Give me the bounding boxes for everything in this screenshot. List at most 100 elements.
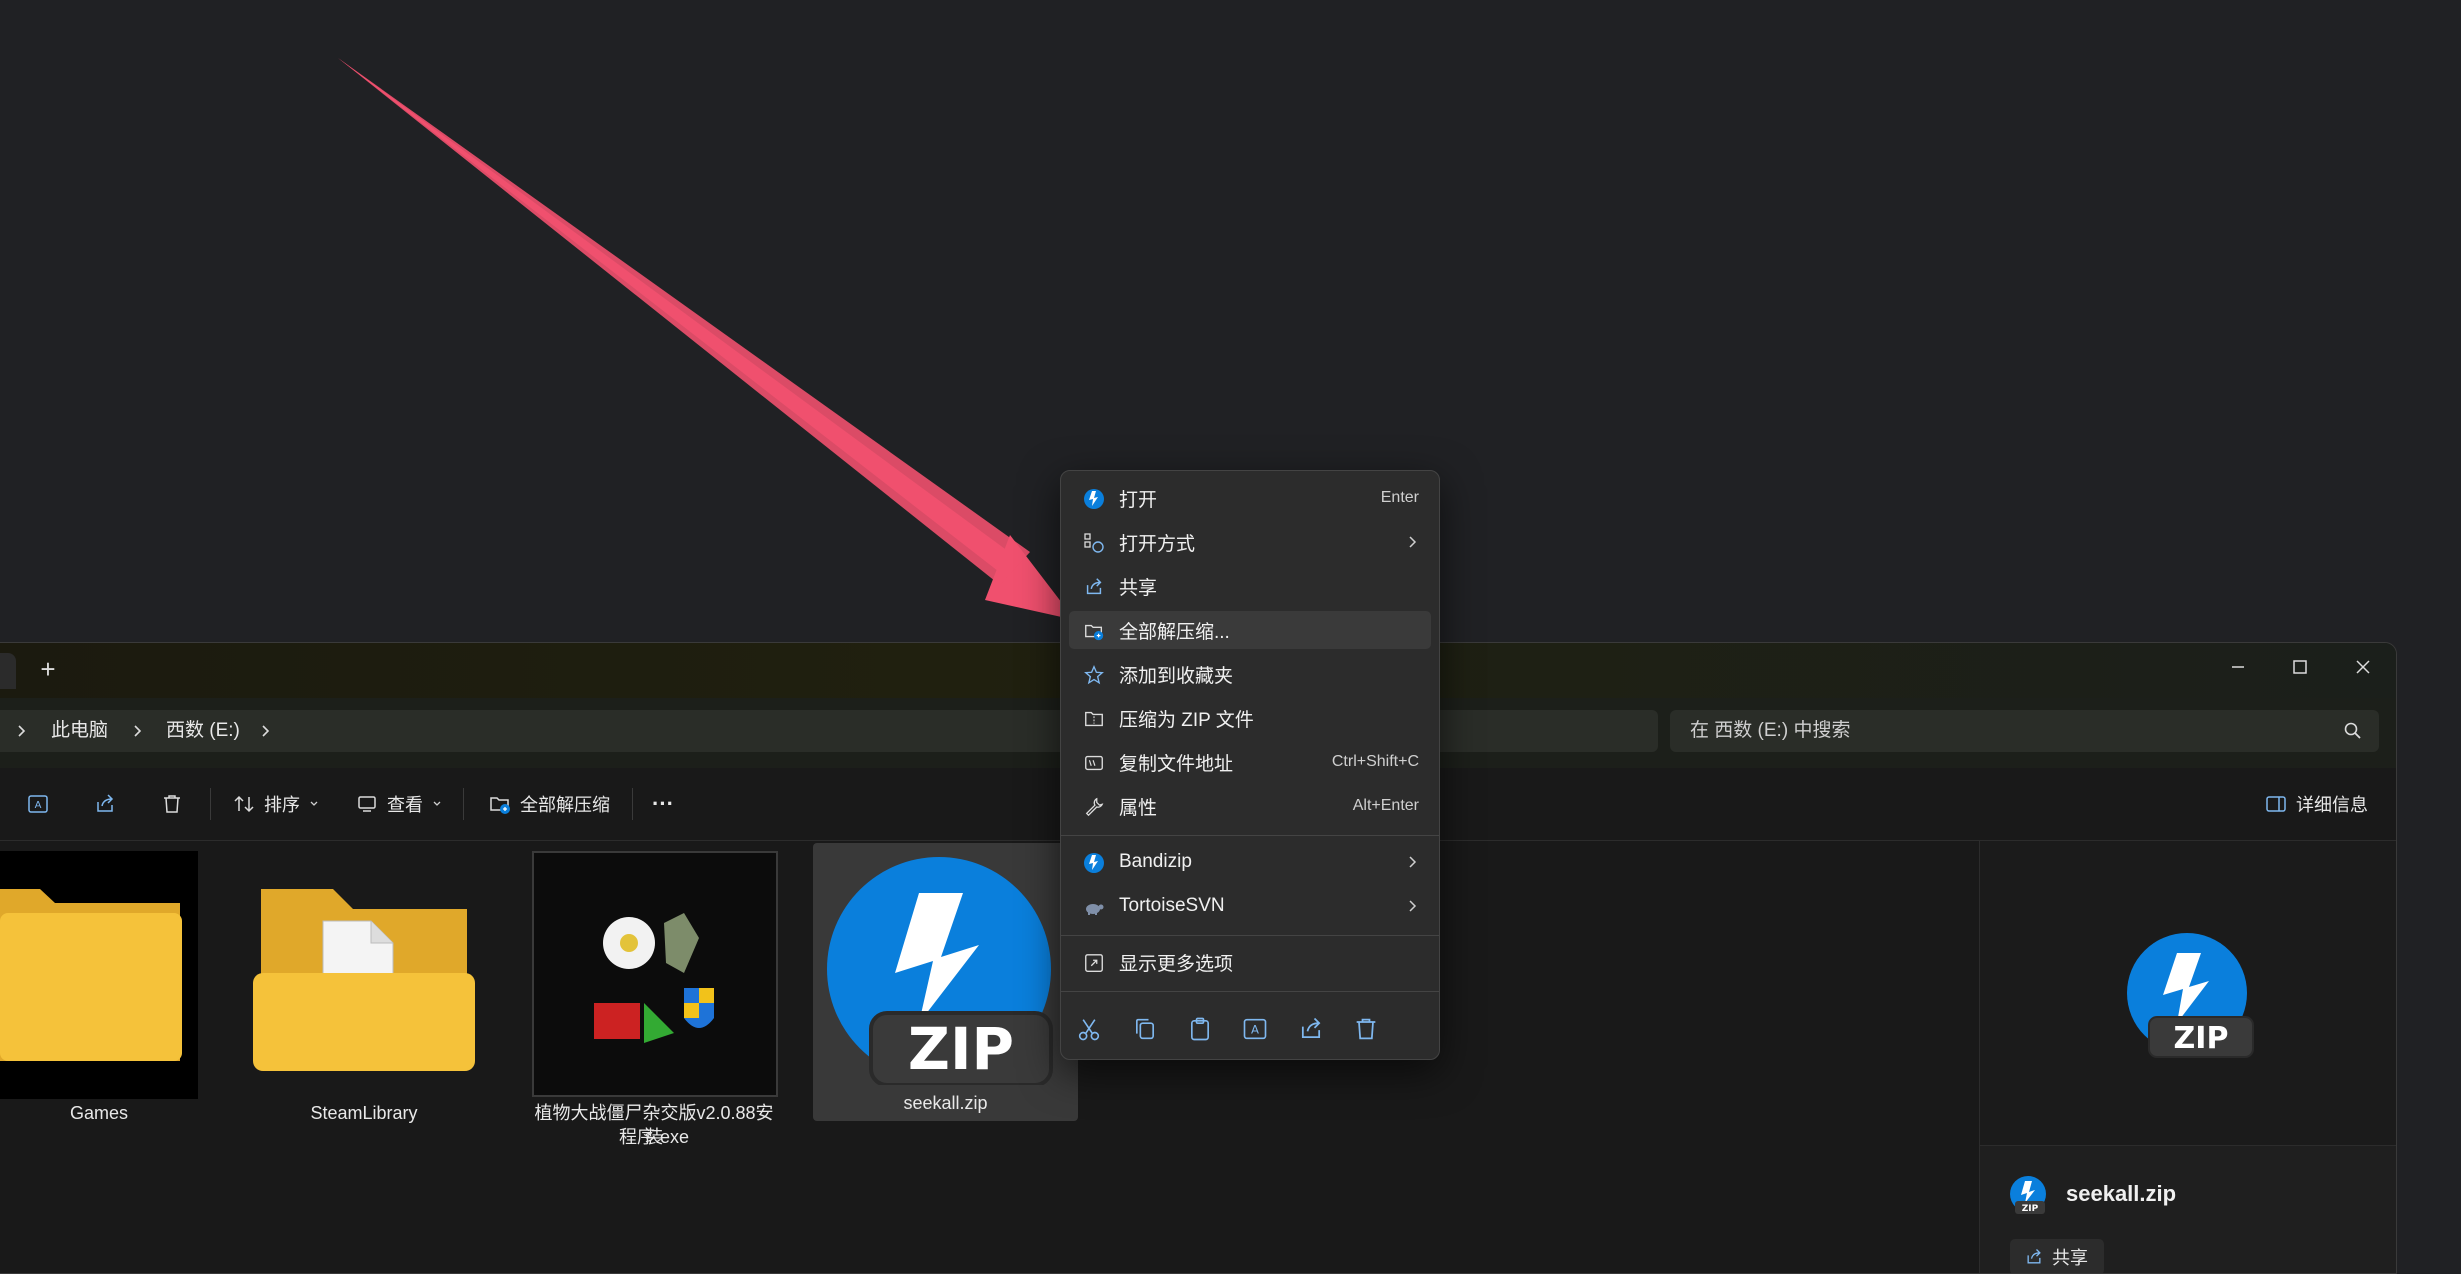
preview-file-name: seekall.zip	[2066, 1181, 2177, 1206]
details-pane: ZIP ZIP seekall.zip 共享	[1979, 841, 2396, 1273]
extract-folder-icon	[488, 792, 512, 816]
delete-button[interactable]	[1352, 1015, 1380, 1043]
svg-text:ZIP: ZIP	[2174, 1021, 2229, 1056]
menu-shortcut: Enter	[1380, 489, 1419, 506]
menu-label: 打开	[1119, 489, 1158, 511]
share-icon	[2024, 1247, 2044, 1267]
wrench-icon	[1083, 796, 1105, 818]
menu-separator	[1061, 835, 1439, 836]
file-item-games[interactable]: Games	[0, 851, 198, 1123]
menu-label: TortoiseSVN	[1119, 895, 1225, 916]
share-label: 共享	[2052, 1248, 2088, 1268]
menu-shortcut: Alt+Enter	[1352, 797, 1419, 814]
svg-text:A: A	[1251, 1023, 1259, 1037]
breadcrumb-chevron-icon[interactable]	[130, 710, 146, 752]
minimize-button[interactable]	[2218, 651, 2258, 683]
bandizip-icon	[1083, 852, 1105, 874]
context-menu: 打开 Enter 打开方式 共享 全部解压缩... 添加到收藏夹 压缩为 ZIP…	[1060, 470, 1440, 1060]
menu-label: 打开方式	[1119, 533, 1196, 555]
menu-item-share[interactable]: 共享	[1069, 567, 1431, 605]
explorer-tab[interactable]	[0, 653, 16, 689]
rename-icon: A	[26, 792, 50, 816]
more-options-icon	[1083, 952, 1105, 974]
chevron-right-icon	[1403, 897, 1421, 915]
share-icon	[93, 792, 117, 816]
more-options-button[interactable]: ···	[652, 784, 674, 824]
search-box[interactable]: 在 西数 (E:) 中搜索	[1670, 710, 2379, 752]
menu-separator	[1061, 935, 1439, 936]
breadcrumb-chevron-icon[interactable]	[258, 710, 274, 752]
chevron-down-icon	[431, 798, 443, 810]
sort-button[interactable]: 排序	[232, 784, 320, 824]
breadcrumb-chevron-icon[interactable]	[14, 710, 30, 752]
details-label: 详细信息	[2296, 795, 2368, 815]
copy-icon	[1136, 1018, 1154, 1040]
details-pane-icon	[2264, 792, 2288, 816]
app-thumbnail	[532, 851, 778, 1097]
menu-item-add-favorites[interactable]: 添加到收藏夹	[1069, 655, 1431, 693]
chevron-right-icon	[1403, 853, 1421, 871]
maximize-button[interactable]	[2280, 651, 2320, 683]
new-tab-button[interactable]: +	[34, 655, 62, 683]
breadcrumb-drive-e[interactable]: 西数 (E:)	[166, 710, 240, 752]
svg-text:ZIP: ZIP	[908, 1015, 1014, 1083]
sort-icon	[232, 792, 256, 816]
folder-thumbnail	[0, 851, 198, 1099]
delete-button[interactable]	[160, 784, 184, 824]
cut-icon	[1078, 1019, 1100, 1041]
menu-item-tortoisesvn[interactable]: TortoiseSVN	[1069, 887, 1431, 925]
menu-item-compress-zip[interactable]: 压缩为 ZIP 文件	[1069, 699, 1431, 737]
file-list: Games SteamLibrary 植物大战僵尸杂交版v2.0.88安装 程序…	[0, 841, 1978, 1273]
file-item-seekall-zip[interactable]: ZIP seekall.zip	[813, 843, 1078, 1121]
toolbar-separator	[632, 788, 633, 820]
menu-label: 添加到收藏夹	[1119, 665, 1234, 687]
bandizip-zip-icon: ZIP	[2010, 1176, 2046, 1214]
close-button[interactable]	[2343, 651, 2383, 683]
preview-share-button[interactable]: 共享	[2010, 1239, 2104, 1273]
rename-icon: A	[1243, 1018, 1267, 1040]
cut-button[interactable]	[1075, 1015, 1103, 1043]
share-icon	[1083, 576, 1105, 598]
menu-item-show-more-options[interactable]: 显示更多选项	[1069, 943, 1431, 981]
menu-item-open-with[interactable]: 打开方式	[1069, 523, 1431, 561]
menu-item-extract-all[interactable]: 全部解压缩...	[1069, 611, 1431, 649]
view-button[interactable]: 查看	[355, 784, 443, 824]
bandizip-icon	[1083, 488, 1105, 510]
share-icon	[1301, 1017, 1321, 1039]
copy-button[interactable]	[1131, 1015, 1159, 1043]
file-item-pvz-installer[interactable]: 植物大战僵尸杂交版v2.0.88安装 程序.exe	[532, 851, 778, 1151]
bandizip-zip-icon: ZIP	[827, 857, 1053, 1085]
rename-button[interactable]: A	[26, 784, 50, 824]
menu-label: 复制文件地址	[1119, 753, 1234, 775]
menu-label: 全部解压缩...	[1119, 621, 1230, 643]
share-button[interactable]	[1297, 1015, 1325, 1043]
menu-item-bandizip[interactable]: Bandizip	[1069, 843, 1431, 881]
folder-icon	[0, 889, 182, 1061]
chevron-down-icon	[308, 798, 320, 810]
menu-item-open[interactable]: 打开 Enter	[1069, 479, 1431, 517]
menu-item-properties[interactable]: 属性 Alt+Enter	[1069, 787, 1431, 825]
file-item-steamlibrary[interactable]: SteamLibrary	[248, 851, 480, 1123]
view-icon	[355, 792, 379, 816]
details-pane-button[interactable]: 详细信息	[2264, 784, 2368, 824]
file-name-line2: 程序.exe	[618, 1127, 690, 1147]
extract-folder-icon	[1083, 620, 1105, 642]
menu-item-copy-path[interactable]: 复制文件地址 Ctrl+Shift+C	[1069, 743, 1431, 781]
menu-shortcut: Ctrl+Shift+C	[1331, 753, 1419, 770]
share-button[interactable]	[93, 784, 117, 824]
toolbar-separator	[463, 788, 464, 820]
copy-path-icon	[1083, 752, 1105, 774]
bandizip-zip-icon: ZIP	[2127, 933, 2254, 1058]
menu-label: 共享	[1119, 577, 1158, 599]
rename-button[interactable]: A	[1241, 1015, 1269, 1043]
zip-folder-icon	[1083, 708, 1105, 730]
preview-area: ZIP	[1980, 841, 2396, 1146]
paste-button[interactable]	[1186, 1015, 1214, 1043]
menu-label: 属性	[1119, 797, 1158, 819]
extract-all-button[interactable]: 全部解压缩	[488, 784, 610, 824]
plant-game-icon	[594, 913, 714, 1043]
open-with-icon	[1083, 532, 1105, 554]
delete-icon	[160, 792, 184, 816]
file-name: SteamLibrary	[310, 1103, 418, 1123]
breadcrumb-this-pc[interactable]: 此电脑	[51, 710, 108, 752]
